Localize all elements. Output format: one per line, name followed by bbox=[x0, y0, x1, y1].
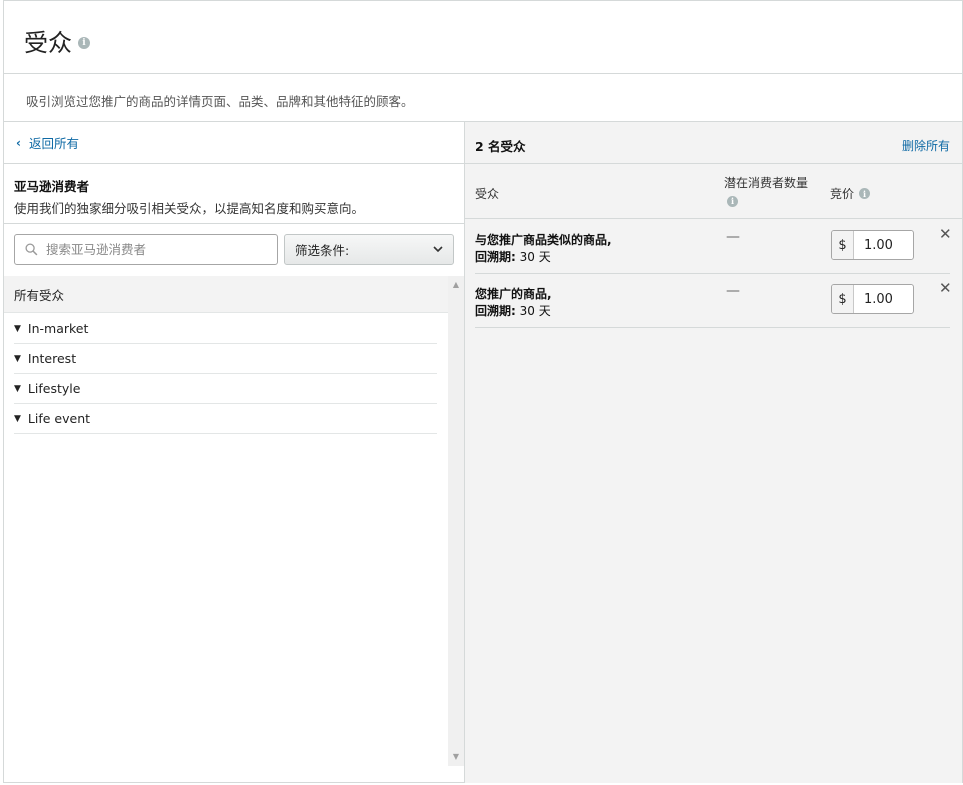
list-item-label: Life event bbox=[27, 411, 91, 426]
column-reach-label: 潜在消费者数量 bbox=[724, 176, 809, 190]
list-item-label: Lifestyle bbox=[27, 381, 81, 396]
subtitle-bar: 吸引浏览过您推广的商品的详情页面、品类、品牌和其他特征的顾客。 bbox=[4, 74, 962, 122]
search-field[interactable] bbox=[14, 234, 278, 265]
list-item-lifestyle[interactable]: ▼ Lifestyle bbox=[14, 374, 437, 404]
bid-input[interactable] bbox=[854, 231, 912, 259]
table-row: 您推广的商品, 回溯期: 30 天 — $ ✕ bbox=[475, 274, 952, 328]
column-header: 受众 潜在消费者数量 i 竞价 i bbox=[465, 164, 962, 219]
audience-panel: 受众 i 吸引浏览过您推广的商品的详情页面、品类、品牌和其他特征的顾客。 ‹ 返… bbox=[3, 0, 963, 783]
selected-count-row: 2 名受众 删除所有 bbox=[465, 122, 962, 164]
caret-down-icon: ▼ bbox=[14, 353, 21, 364]
list-item-interest[interactable]: ▼ Interest bbox=[14, 344, 437, 374]
info-icon[interactable]: i bbox=[78, 36, 90, 49]
list-item-in-market[interactable]: ▼ In-market bbox=[14, 314, 437, 344]
bid-input[interactable] bbox=[854, 285, 912, 313]
lookback-value: 30 天 bbox=[515, 250, 551, 264]
column-bid-label: 竞价 bbox=[830, 187, 855, 201]
page-title: 受众 i bbox=[24, 23, 90, 58]
left-pane: ‹ 返回所有 亚马逊消费者 使用我们的独家细分吸引相关受众，以提高知名度和购买意… bbox=[4, 122, 465, 783]
list-item-label: Interest bbox=[27, 351, 77, 366]
list-scrollbar[interactable]: ▲ ▼ bbox=[448, 276, 464, 766]
lookback-value: 30 天 bbox=[515, 304, 551, 318]
close-icon[interactable]: ✕ bbox=[939, 225, 952, 243]
currency-symbol: $ bbox=[832, 285, 854, 313]
lookback-period: 回溯期: 30 天 bbox=[475, 248, 551, 265]
table-row: 与您推广商品类似的商品, 回溯期: 30 天 — $ ✕ bbox=[475, 220, 952, 274]
column-reach: 潜在消费者数量 i bbox=[724, 175, 814, 209]
audience-name: 您推广的商品, bbox=[475, 287, 552, 301]
caret-down-icon: ▼ bbox=[14, 413, 21, 424]
currency-symbol: $ bbox=[832, 231, 854, 259]
chevron-down-icon bbox=[433, 246, 443, 253]
list-item-life-event[interactable]: ▼ Life event bbox=[14, 404, 437, 434]
close-icon[interactable]: ✕ bbox=[939, 279, 952, 297]
filter-dropdown[interactable]: 筛选条件: bbox=[284, 234, 454, 265]
lookback-period: 回溯期: 30 天 bbox=[475, 302, 551, 319]
caret-down-icon: ▼ bbox=[14, 383, 21, 394]
list-header: 所有受众 bbox=[4, 276, 448, 313]
column-audience: 受众 bbox=[475, 187, 500, 201]
search-input[interactable] bbox=[46, 242, 266, 257]
info-icon[interactable]: i bbox=[727, 196, 738, 207]
back-to-all-link[interactable]: ‹ 返回所有 bbox=[4, 122, 464, 164]
remove-all-link[interactable]: 删除所有 bbox=[902, 137, 950, 154]
audience-list: 所有受众 ▼ In-market ▼ Interest ▼ Lifestyle … bbox=[4, 276, 448, 766]
bid-field[interactable]: $ bbox=[831, 230, 914, 260]
list-item-label: In-market bbox=[27, 321, 89, 336]
lookback-label: 回溯期: bbox=[475, 250, 516, 264]
subtitle: 吸引浏览过您推广的商品的详情页面、品类、品牌和其他特征的顾客。 bbox=[26, 94, 414, 109]
info-icon[interactable]: i bbox=[859, 188, 871, 199]
chevron-left-icon: ‹ bbox=[16, 135, 21, 150]
reach-value: — bbox=[726, 229, 740, 245]
filter-label: 筛选条件: bbox=[295, 243, 350, 258]
panel-header: 受众 i bbox=[4, 1, 962, 74]
category-title: 亚马逊消费者 bbox=[14, 179, 90, 194]
category-description: 使用我们的独家细分吸引相关受众，以提高知名度和购买意向。 bbox=[14, 201, 365, 216]
bid-field[interactable]: $ bbox=[831, 284, 914, 314]
search-icon bbox=[25, 243, 38, 256]
scroll-down-arrow-icon[interactable]: ▼ bbox=[451, 752, 461, 761]
caret-down-icon: ▼ bbox=[14, 323, 21, 334]
page-title-text: 受众 bbox=[24, 29, 72, 57]
scroll-up-arrow-icon[interactable]: ▲ bbox=[451, 280, 461, 289]
right-pane: 2 名受众 删除所有 受众 潜在消费者数量 i 竞价 i 与您推广商品类似的商品… bbox=[465, 122, 962, 783]
category-block: 亚马逊消费者 使用我们的独家细分吸引相关受众，以提高知名度和购买意向。 bbox=[4, 164, 464, 224]
back-label: 返回所有 bbox=[28, 136, 79, 151]
lookback-label: 回溯期: bbox=[475, 304, 516, 318]
column-bid: 竞价 i bbox=[830, 185, 871, 202]
reach-value: — bbox=[726, 283, 740, 299]
selected-count: 2 名受众 bbox=[475, 139, 526, 154]
audience-name: 与您推广商品类似的商品, bbox=[475, 233, 612, 247]
